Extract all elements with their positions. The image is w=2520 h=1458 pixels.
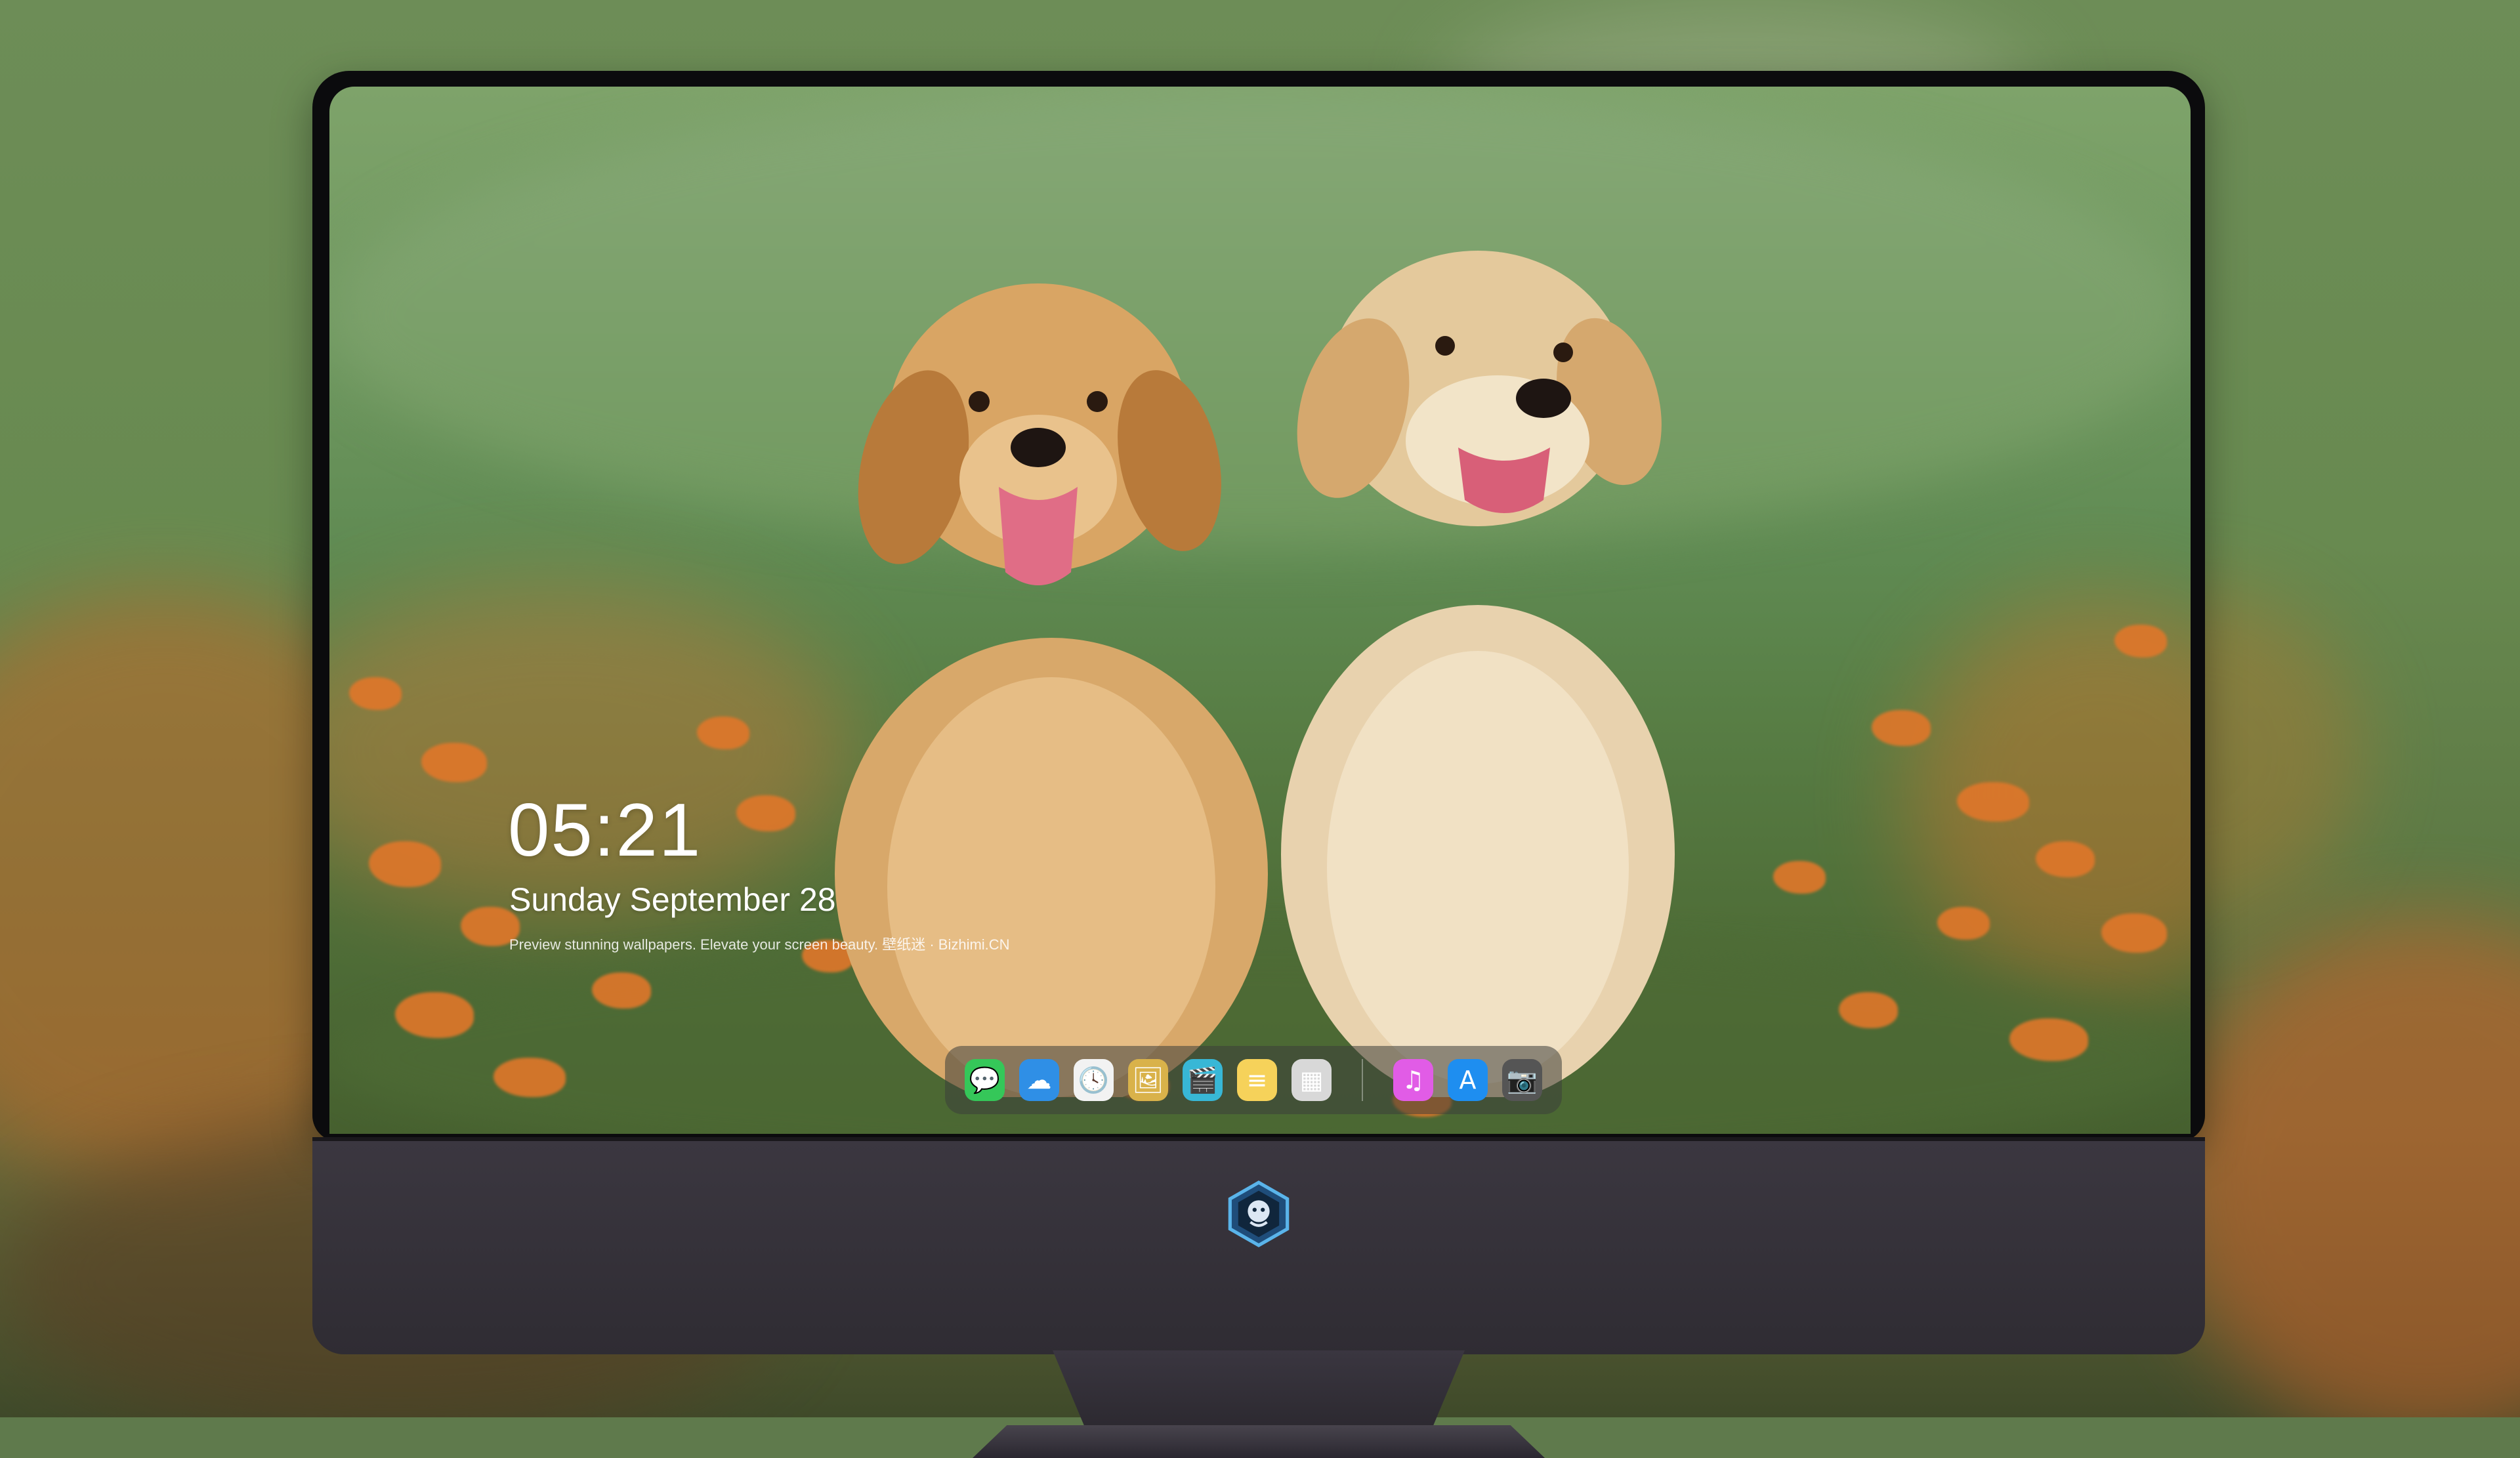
- notes-icon[interactable]: ≡: [1237, 1059, 1278, 1101]
- puppy-left-image: [835, 283, 1268, 1097]
- app-store-icon[interactable]: A: [1448, 1059, 1488, 1101]
- dock-separator: [1362, 1059, 1364, 1101]
- photo-booth-icon[interactable]: ▦: [1292, 1059, 1332, 1101]
- camera-icon[interactable]: 📷: [1502, 1059, 1543, 1101]
- monitor-stand-neck: [1053, 1350, 1465, 1429]
- clips-icon[interactable]: 🎬: [1183, 1059, 1223, 1101]
- wallpaper-tagline: Preview stunning wallpapers. Elevate you…: [509, 936, 1010, 953]
- brand-logo-icon: [1228, 1180, 1290, 1247]
- puppy-right-image: [1281, 251, 1675, 1097]
- weather-icon[interactable]: ☁: [1019, 1059, 1060, 1101]
- messages-icon[interactable]: 💬: [965, 1059, 1005, 1101]
- lock-screen-time: 05:21: [508, 789, 702, 872]
- music-icon[interactable]: ♫: [1393, 1059, 1434, 1101]
- screen: 05:21 Sunday September 28 Preview stunni…: [329, 87, 2191, 1134]
- lock-screen-date: Sunday September 28: [509, 881, 836, 918]
- monitor: 05:21 Sunday September 28 Preview stunni…: [312, 71, 2205, 1458]
- preview-icon[interactable]: 🖼: [1128, 1059, 1169, 1101]
- dock: 💬 ☁ 🕓 🖼 🎬 ≡ ▦ ♫ A 📷: [945, 1046, 1562, 1114]
- clock-icon[interactable]: 🕓: [1074, 1059, 1114, 1101]
- monitor-stand-foot: [973, 1425, 1545, 1458]
